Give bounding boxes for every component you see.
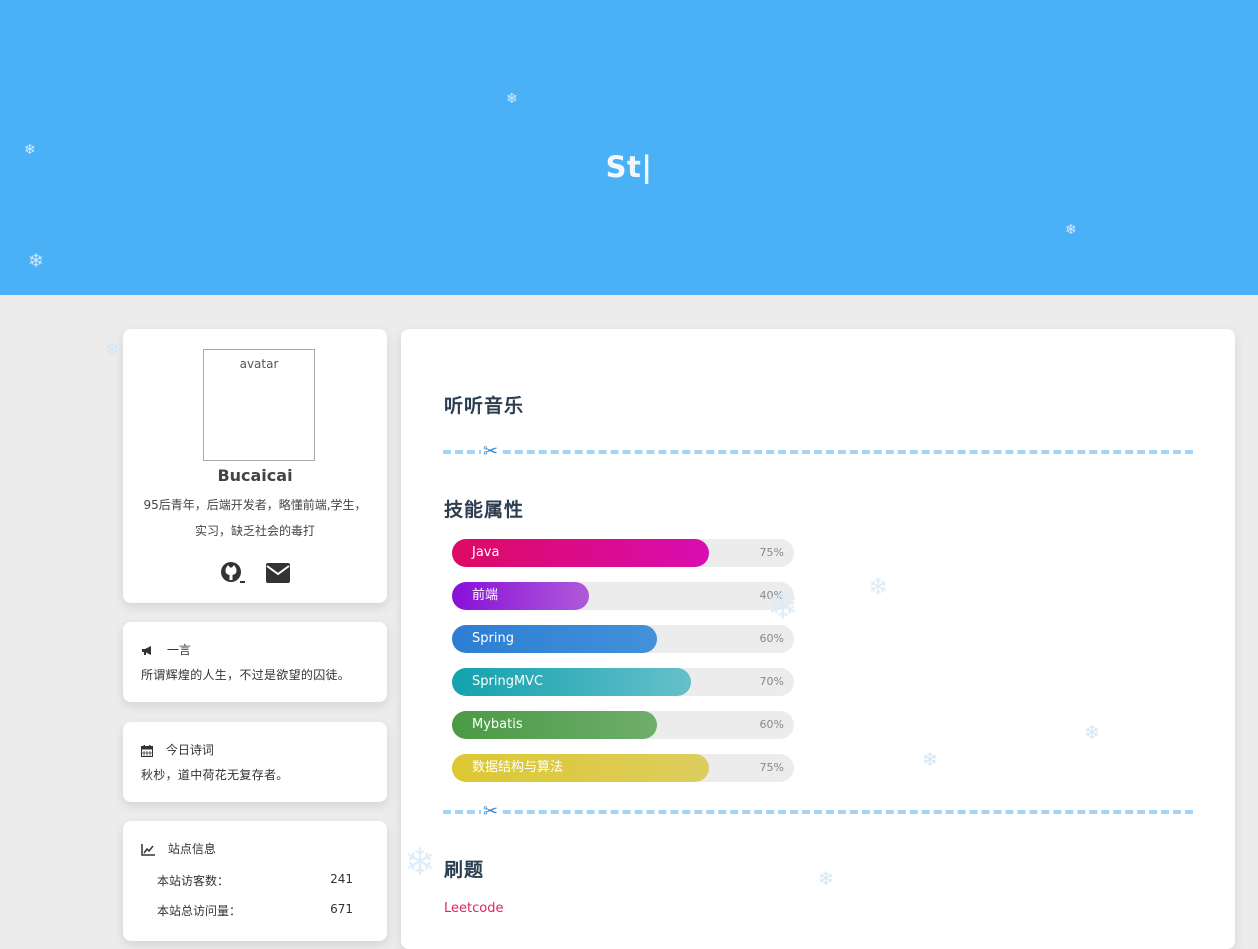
email-icon[interactable] xyxy=(265,563,290,587)
snowflake-icon: ❄ xyxy=(922,749,938,771)
skill-bar: SpringMVC 70% xyxy=(452,668,794,696)
skill-bar: Mybatis 60% xyxy=(452,711,794,739)
github-icon[interactable] xyxy=(220,561,246,589)
snowflake-icon: ❄ xyxy=(1084,722,1100,744)
stat-value: 671 xyxy=(330,902,353,916)
site-info-header: 站点信息 xyxy=(141,840,216,857)
snowflake-icon: ❄ xyxy=(105,340,120,360)
scissors-icon: ✂ xyxy=(481,441,501,462)
skill-bar: 前端 40% xyxy=(452,582,794,610)
skill-name: SpringMVC xyxy=(472,674,544,689)
yiyan-title: 一言 xyxy=(166,643,191,657)
site-info-title: 站点信息 xyxy=(167,842,216,856)
yiyan-text: 所谓辉煌的人生，不过是欲望的囚徒。 xyxy=(141,668,351,682)
site-info-card: 站点信息 本站访客数： 241 本站总访问量： 671 xyxy=(123,821,387,941)
typewriter-title: St| xyxy=(605,150,653,184)
header-banner: St| ❄ ❄ ❄ ❄ xyxy=(0,0,1258,295)
snowflake-icon: ❄ xyxy=(506,91,518,107)
snowflake-icon: ❄ xyxy=(1065,222,1077,238)
snowflake-icon: ❄ xyxy=(24,142,36,158)
snowflake-icon: ❄ xyxy=(868,573,889,601)
snowflake-icon: ❄ xyxy=(818,868,834,890)
snowflake-icon: ❄ xyxy=(28,250,44,272)
skill-bar: Spring 60% xyxy=(452,625,794,653)
music-section-title: 听听音乐 xyxy=(444,395,525,417)
shuati-section-title: 刷题 xyxy=(444,859,485,881)
skill-percent: 70% xyxy=(759,675,784,688)
poem-text: 秋杪，道中荷花无复存者。 xyxy=(141,768,289,782)
stat-label: 本站访客数： xyxy=(157,874,230,888)
skill-name: Mybatis xyxy=(472,717,523,732)
main-content-card: 听听音乐 ✂ 技能属性 Java 75% 前端 40% Spring 60% SpringM… xyxy=(401,329,1235,949)
avatar-alt-text: avatar xyxy=(239,357,279,371)
avatar: avatar xyxy=(203,349,315,461)
snowflake-icon: ❄ xyxy=(404,840,436,884)
skill-percent: 60% xyxy=(759,632,784,645)
leetcode-link[interactable]: Leetcode xyxy=(444,901,503,916)
skill-percent: 75% xyxy=(759,761,784,774)
skill-name: Java xyxy=(472,545,500,560)
megaphone-icon xyxy=(142,646,151,655)
profile-name: Bucaicai xyxy=(217,466,293,485)
skill-bar: Java 75% xyxy=(452,539,794,567)
poem-header: 今日诗词 xyxy=(141,741,214,758)
skill-name: 数据结构与算法 xyxy=(472,760,564,775)
calendar-icon xyxy=(141,744,153,757)
skill-percent: 75% xyxy=(759,546,784,559)
yiyan-card: 一言 所谓辉煌的人生，不过是欲望的囚徒。 xyxy=(123,622,387,702)
visitor-count-row: 本站访客数： 241 xyxy=(157,872,353,889)
snowflake-icon: ❄ xyxy=(767,584,799,628)
scissors-icon: ✂ xyxy=(481,801,501,822)
yiyan-header: 一言 xyxy=(141,641,191,658)
chart-line-icon xyxy=(141,843,155,856)
divider xyxy=(443,810,1193,814)
stat-label: 本站总访问量： xyxy=(157,904,242,918)
skill-percent: 60% xyxy=(759,718,784,731)
skill-name: 前端 xyxy=(472,588,499,603)
profile-card: avatar Bucaicai 95后青年，后端开发者，略懂前端,学生，实习，缺… xyxy=(123,329,387,603)
skill-name: Spring xyxy=(472,631,514,646)
page-view-row: 本站总访问量： 671 xyxy=(157,902,353,919)
poem-card: 今日诗词 秋杪，道中荷花无复存者。 xyxy=(123,722,387,802)
skill-bar: 数据结构与算法 75% xyxy=(452,754,794,782)
social-links xyxy=(123,561,387,589)
divider xyxy=(443,450,1193,454)
skills-section-title: 技能属性 xyxy=(444,499,525,521)
profile-bio: 95后青年，后端开发者，略懂前端,学生，实习，缺乏社会的毒打 xyxy=(143,498,367,538)
stat-value: 241 xyxy=(330,872,353,886)
poem-title: 今日诗词 xyxy=(165,743,214,757)
